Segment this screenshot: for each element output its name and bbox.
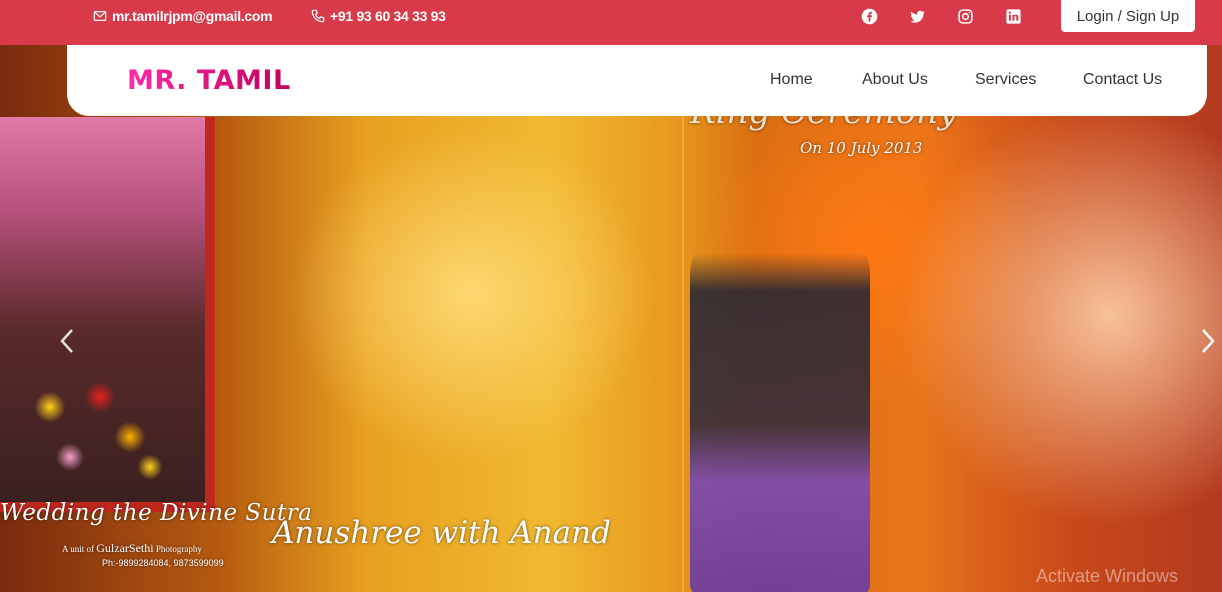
slider-prev-button[interactable] [57,327,77,355]
unit-brand: GulzarSethi [96,541,154,555]
chevron-left-icon [60,329,73,353]
phone-icon [311,9,325,23]
couple-photo [0,117,215,512]
email-contact[interactable]: mr.tamilrjpm@gmail.com [93,8,273,24]
instagram-icon[interactable] [956,7,974,25]
mail-icon [93,11,107,21]
hero-slider: Ring Ceremony On 10 July 2013 Wedding th… [0,45,1222,592]
couple-title: Anushree with Anand [272,515,611,551]
linkedin-icon[interactable] [1004,7,1022,25]
studio-title: Wedding the Divine Sutra [0,500,313,526]
studio-phones: Ph:-9899284084, 9873599099 [102,558,224,568]
activate-windows-watermark: Activate Windows [1036,566,1179,586]
login-signup-button[interactable]: Login / Sign Up [1061,0,1195,32]
slider-next-button[interactable] [1198,327,1218,355]
twitter-icon[interactable] [908,7,926,25]
chevron-right-icon [1202,329,1215,353]
top-bar: mr.tamilrjpm@gmail.com +91 93 60 34 33 9… [0,0,1222,45]
album-page-divider [682,115,684,592]
nav-services[interactable]: Services [975,71,1036,89]
phone-contact[interactable]: +91 93 60 34 33 93 [311,8,446,24]
unit-prefix: A unit of [62,544,95,554]
unit-suffix: Photography [155,544,202,554]
nav-contact-us[interactable]: Contact Us [1083,71,1162,89]
nav-about-us[interactable]: About Us [862,71,928,89]
facebook-icon[interactable] [860,7,878,25]
studio-unit-line: A unit of GulzarSethi Photography [62,541,202,556]
phone-text: +91 93 60 34 33 93 [330,8,446,24]
ceremony-date: On 10 July 2013 [800,139,923,157]
couple-standing-image [690,215,870,592]
nav-home[interactable]: Home [770,71,813,89]
flower-bouquet-image [10,367,180,497]
site-logo[interactable]: MR. TAMIL [127,65,291,96]
email-text: mr.tamilrjpm@gmail.com [112,8,273,24]
main-navbar: MR. TAMIL Home About Us Services Contact… [67,45,1207,116]
